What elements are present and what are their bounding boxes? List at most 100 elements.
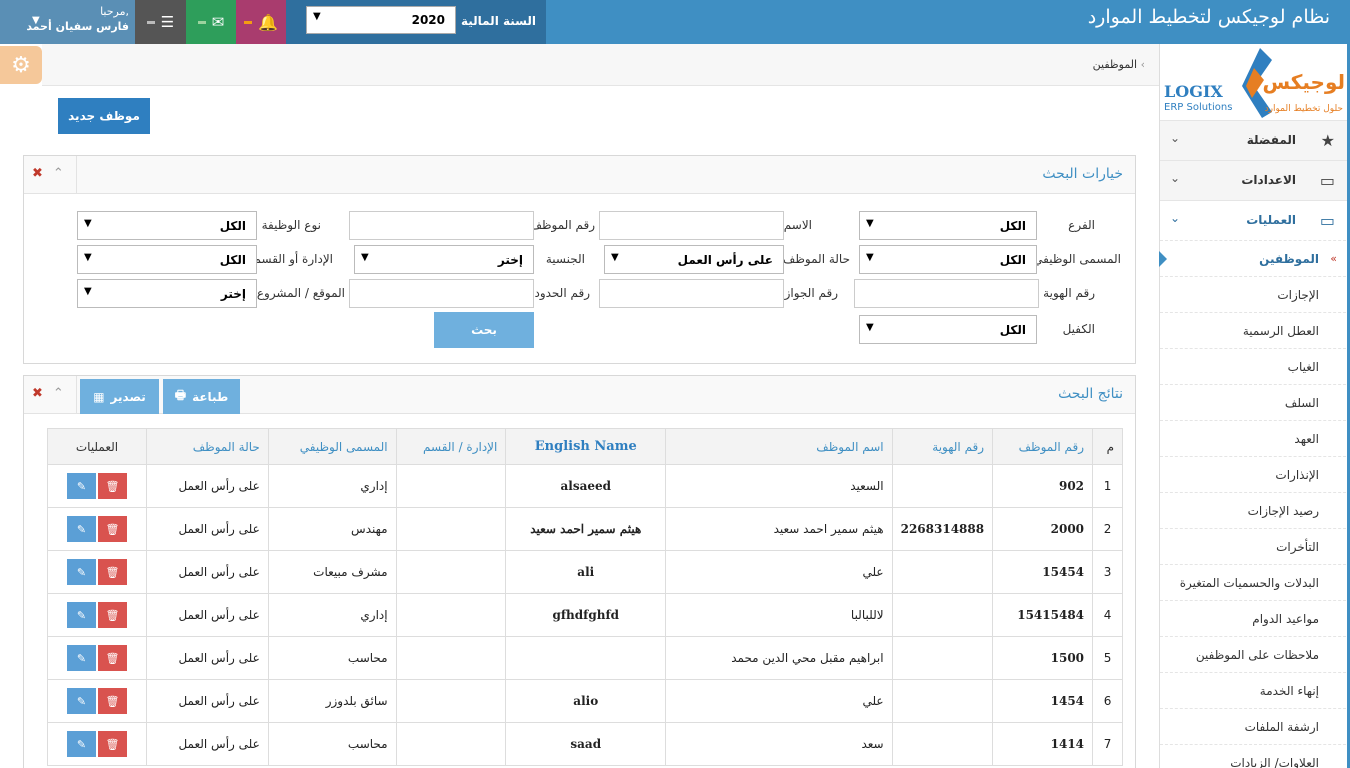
english-name-cell: ali: [505, 550, 667, 594]
breadcrumb-current[interactable]: الموظفين: [1093, 58, 1137, 71]
edit-icon: ✎: [76, 608, 87, 622]
sidebar-item-absence[interactable]: الغياب: [1160, 348, 1350, 384]
logo: لوجيكس حلول تخطيط الموارد LOGIX ERP Solu…: [1164, 44, 1349, 120]
column-header[interactable]: حالة الموظف: [146, 428, 269, 465]
sidebar-item-leaves[interactable]: الإجازات: [1160, 276, 1350, 312]
job-title-select[interactable]: الكل ▼: [859, 245, 1037, 274]
new-employee-button[interactable]: موظف جديد: [58, 98, 150, 134]
sidebar-item-end-of-service[interactable]: إنهاء الخدمة: [1160, 672, 1350, 708]
menu-group-favorites[interactable]: ★ المفضلة ⌄: [1160, 120, 1350, 160]
nationality-select[interactable]: إختر ▼: [354, 245, 534, 274]
chevron-up-icon[interactable]: ⌃: [53, 166, 64, 181]
dash-indicator: [244, 20, 253, 24]
delete-button[interactable]: 🗑: [98, 516, 127, 542]
print-button[interactable]: 🖶 طباعة: [163, 379, 240, 414]
tasks-button[interactable]: ☰: [135, 0, 186, 44]
edit-button[interactable]: ✎: [67, 688, 96, 714]
job-title-cell: محاسب: [267, 636, 397, 680]
edit-button[interactable]: ✎: [67, 731, 96, 757]
row-actions: 🗑 ✎: [67, 602, 127, 628]
fiscal-year-select[interactable]: 2020 ▼: [306, 6, 456, 34]
messages-button[interactable]: ✉: [186, 0, 236, 44]
delete-button[interactable]: 🗑: [98, 688, 127, 714]
sidebar-item-leave-balance[interactable]: رصيد الإجازات: [1160, 492, 1350, 528]
sidebar-item-custody[interactable]: العهد: [1160, 420, 1350, 456]
table-row[interactable]: 1 902 السعيد alsaeed إداري على رأس العمل 🗑 ✎: [47, 464, 1123, 508]
column-header[interactable]: المسمى الوظيفي: [267, 428, 397, 465]
chevron-down-icon: ▼: [84, 218, 92, 229]
employee-name-cell: لاللبالبا: [665, 593, 893, 637]
sidebar-item-employee-notes[interactable]: ملاحظات على الموظفين: [1160, 636, 1350, 672]
delete-button[interactable]: 🗑: [98, 602, 127, 628]
sidebar-item-work-hours[interactable]: مواعيد الدوام: [1160, 600, 1350, 636]
border-number-input[interactable]: [349, 279, 534, 308]
trash-icon: 🗑: [105, 694, 120, 708]
sidebar-item-label: الإنذارات: [1275, 468, 1319, 482]
delete-button[interactable]: 🗑: [98, 473, 127, 499]
sidebar-item-holidays[interactable]: العطل الرسمية: [1160, 312, 1350, 348]
sidebar-item-label: البدلات والحسميات المتغيرة: [1179, 576, 1319, 590]
edit-button[interactable]: ✎: [67, 645, 96, 671]
row-index-cell: 7: [1092, 722, 1123, 766]
employee-number-input[interactable]: [349, 211, 534, 240]
menu-group-settings[interactable]: ▭ الاعدادات ⌄: [1160, 160, 1350, 200]
export-button[interactable]: ▦ تصدير: [80, 379, 159, 414]
passport-number-label: رقم الجواز: [784, 286, 838, 300]
employee-number-cell: 15415484: [992, 593, 1094, 637]
trash-icon: 🗑: [105, 565, 120, 579]
column-header[interactable]: رقم الهوية: [891, 428, 994, 465]
search-button[interactable]: بحث: [434, 312, 534, 348]
chevron-down-icon: ▼: [866, 322, 874, 333]
sponsor-select[interactable]: الكل ▼: [859, 315, 1037, 344]
edit-button[interactable]: ✎: [67, 516, 96, 542]
site-project-select[interactable]: إختر ▼: [77, 279, 257, 308]
table-row[interactable]: 4 15415484 لاللبالبا gfhdfghfd إداري على رأس …: [47, 593, 1123, 637]
delete-button[interactable]: 🗑: [98, 559, 127, 585]
department-cell: [395, 593, 507, 637]
job-type-select[interactable]: الكل ▼: [77, 211, 257, 240]
edit-button[interactable]: ✎: [67, 473, 96, 499]
row-index-cell: 6: [1092, 679, 1123, 723]
sidebar-item-advances[interactable]: السلف: [1160, 384, 1350, 420]
close-icon[interactable]: ✖: [32, 166, 43, 181]
column-header[interactable]: الإدارة / القسم: [395, 428, 507, 465]
sidebar-item-raises[interactable]: العلاوات/ الزيادات: [1160, 744, 1350, 768]
table-row[interactable]: 7 1414 سعد saad محاسب على رأس العمل 🗑 ✎: [47, 722, 1123, 766]
employee-number-cell: 1454: [992, 679, 1094, 723]
table-row[interactable]: 2 2000 2268314888 هيثم سمير احمد سعيد هيثم س…: [47, 507, 1123, 551]
sidebar-item-employees[interactable]: « الموظفين: [1159, 240, 1350, 276]
table-row[interactable]: 5 1500 ابراهيم مقبل محي الدين محمد محاسب على…: [47, 636, 1123, 680]
english-name-cell: gfhdfghfd: [505, 593, 667, 637]
column-header[interactable]: English Name: [505, 428, 667, 465]
sidebar-item-delays[interactable]: التأخرات: [1160, 528, 1350, 564]
edit-button[interactable]: ✎: [67, 602, 96, 628]
column-header[interactable]: رقم الموظف: [992, 428, 1094, 465]
passport-number-input[interactable]: [599, 279, 784, 308]
id-number-input[interactable]: [854, 279, 1039, 308]
delete-button[interactable]: 🗑: [98, 645, 127, 671]
close-icon[interactable]: ✖: [32, 386, 43, 401]
employee-name-cell: السعيد: [665, 464, 893, 508]
branch-select[interactable]: الكل ▼: [859, 211, 1037, 240]
department-select[interactable]: الكل ▼: [77, 245, 257, 274]
table-row[interactable]: 6 1454 علي alio سائق بلدوزر على رأس العمل 🗑 ✎: [47, 679, 1123, 723]
row-actions: 🗑 ✎: [67, 516, 127, 542]
panel-title: خيارات البحث: [1042, 166, 1123, 182]
print-icon: 🖶: [174, 388, 187, 402]
menu-group-operations[interactable]: ▭ العمليات ⌄: [1160, 200, 1350, 240]
name-input[interactable]: [599, 211, 784, 240]
delete-button[interactable]: 🗑: [98, 731, 127, 757]
sidebar-item-allowances[interactable]: البدلات والحسميات المتغيرة: [1160, 564, 1350, 600]
employee-status-cell: على رأس العمل: [146, 593, 269, 637]
chevron-up-icon[interactable]: ⌃: [53, 386, 64, 401]
table-row[interactable]: 3 15454 علي ali مشرف مبيعات على رأس العمل 🗑 ✎: [47, 550, 1123, 594]
edit-button[interactable]: ✎: [67, 559, 96, 585]
sidebar-item-warnings[interactable]: الإنذارات: [1160, 456, 1350, 492]
employee-status-select[interactable]: على رأس العمل ▼: [604, 245, 784, 274]
column-header[interactable]: اسم الموظف: [665, 428, 893, 465]
sidebar-item-file-archive[interactable]: ارشفة الملفات: [1160, 708, 1350, 744]
notifications-button[interactable]: 🔔: [236, 0, 286, 44]
user-menu[interactable]: مرحبا, فارس سفيان أحمد ▼: [0, 0, 135, 44]
settings-gear-button[interactable]: ⚙: [0, 46, 42, 84]
employee-status-cell: على رأس العمل: [146, 722, 269, 766]
